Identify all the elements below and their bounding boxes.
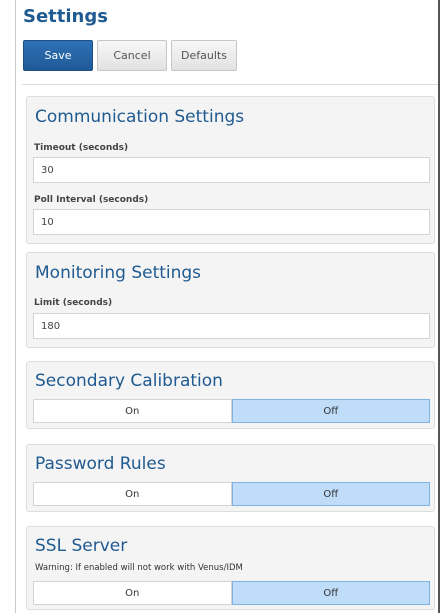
secondary-calibration-off-button[interactable]: Off [231,399,430,423]
timeout-label: Timeout (seconds) [34,143,129,153]
ssl-server-title: SSL Server [35,536,128,556]
password-rules-title: Password Rules [35,454,166,474]
monitoring-settings-title: Monitoring Settings [35,263,202,283]
ssl-server-on-button[interactable]: On [33,581,232,605]
secondary-calibration-title: Secondary Calibration [35,371,223,391]
window-edge [438,0,440,613]
communication-settings-title: Communication Settings [35,107,245,127]
ssl-server-warning: Warning: If enabled will not work with V… [35,563,243,573]
cancel-button[interactable]: Cancel [97,40,167,71]
secondary-calibration-on-button[interactable]: On [33,399,232,423]
ssl-server-toggle: On Off [33,581,430,605]
limit-input[interactable] [33,313,430,339]
password-rules-on-button[interactable]: On [33,482,232,506]
communication-settings-panel: Communication Settings Timeout (seconds)… [26,96,435,244]
ssl-server-off-button[interactable]: Off [231,581,430,605]
secondary-calibration-panel: Secondary Calibration On Off [26,361,435,429]
poll-interval-label: Poll Interval (seconds) [34,195,149,205]
timeout-input[interactable] [33,157,430,183]
poll-interval-input[interactable] [33,209,430,235]
password-rules-panel: Password Rules On Off [26,444,435,512]
save-button[interactable]: Save [23,40,93,71]
defaults-button[interactable]: Defaults [171,40,237,71]
monitoring-settings-panel: Monitoring Settings Limit (seconds) [26,252,435,348]
limit-label: Limit (seconds) [34,298,113,308]
toolbar-divider [22,84,438,85]
page-title: Settings [23,6,108,27]
password-rules-toggle: On Off [33,482,430,506]
secondary-calibration-toggle: On Off [33,399,430,423]
password-rules-off-button[interactable]: Off [231,482,430,506]
ssl-server-panel: SSL Server Warning: If enabled will not … [26,526,435,610]
